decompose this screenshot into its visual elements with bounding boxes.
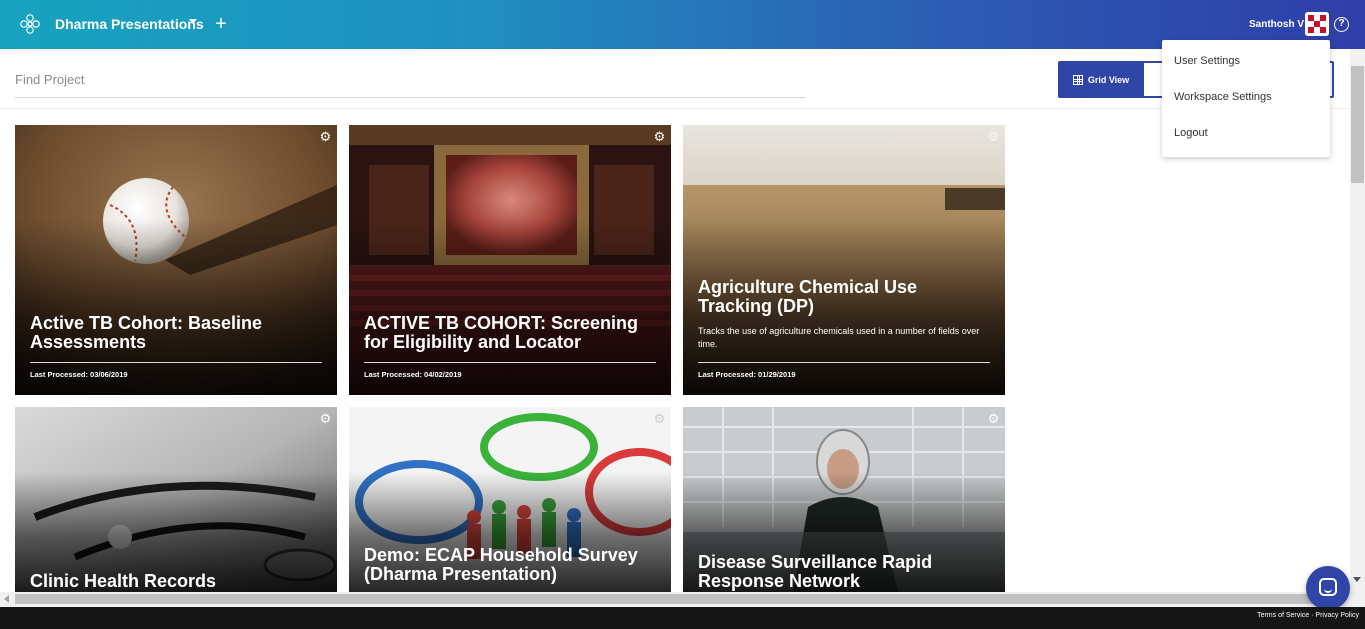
image-overlay	[15, 125, 337, 395]
divider	[698, 362, 990, 363]
footer: Terms of Service · Privacy Policy	[0, 607, 1365, 629]
privacy-policy-link[interactable]: Privacy Policy	[1315, 612, 1359, 619]
project-card[interactable]: ⚙ Disease Surveillance Rapid Response Ne…	[683, 407, 1005, 592]
gear-icon[interactable]: ⚙	[653, 412, 666, 425]
last-processed: Last Processed: 04/02/2019	[364, 370, 462, 379]
scroll-left-arrow-icon[interactable]	[4, 595, 9, 603]
terms-of-service-link[interactable]: Terms of Service	[1257, 612, 1309, 619]
divider	[30, 362, 322, 363]
chat-icon	[1319, 578, 1337, 596]
top-nav-bar: Dharma Presentations + Santhosh V ?	[0, 0, 1365, 49]
menu-item-workspace-settings[interactable]: Workspace Settings	[1174, 91, 1272, 103]
project-card[interactable]: ⚙ Clinic Health Records	[15, 407, 337, 592]
chat-launcher-button[interactable]	[1306, 566, 1350, 610]
grid-view-button[interactable]: Grid View	[1058, 61, 1144, 98]
horizontal-scrollbar-thumb[interactable]	[15, 594, 1335, 604]
last-processed: Last Processed: 03/06/2019	[30, 370, 128, 379]
chevron-down-icon[interactable]	[189, 19, 197, 24]
find-project-search	[15, 67, 805, 98]
dharma-logo-icon[interactable]	[18, 12, 42, 36]
menu-item-user-settings[interactable]: User Settings	[1174, 55, 1240, 67]
divider	[364, 362, 656, 363]
grid-icon	[1072, 74, 1083, 85]
project-title: Agriculture Chemical Use Tracking (DP)	[698, 277, 918, 316]
plus-icon: +	[215, 13, 227, 35]
add-project-button[interactable]: +	[212, 13, 230, 35]
project-title: Clinic Health Records	[30, 571, 217, 591]
menu-item-logout[interactable]: Logout	[1174, 127, 1208, 139]
project-title: Active TB Cohort: Baseline Assessments	[30, 313, 263, 352]
last-processed: Last Processed: 01/29/2019	[698, 370, 796, 379]
divider	[0, 108, 1350, 109]
image-overlay	[349, 125, 671, 395]
project-card[interactable]: ⚙ Demo: ECAP Household Survey (Dharma Pr…	[349, 407, 671, 592]
gear-icon[interactable]: ⚙	[987, 130, 1000, 143]
project-title: ACTIVE TB COHORT: Screening for Eligibil…	[364, 313, 639, 352]
project-card[interactable]: ⚙ ACTIVE TB COHORT: Screening for Eligib…	[349, 125, 671, 395]
grid-view-label: Grid View	[1087, 74, 1130, 85]
project-card[interactable]: ⚙ Active TB Cohort: Baseline Assessments…	[15, 125, 337, 395]
gear-icon[interactable]: ⚙	[319, 130, 332, 143]
project-card[interactable]: ⚙ Agriculture Chemical Use Tracking (DP)…	[683, 125, 1005, 395]
search-input[interactable]	[15, 67, 805, 91]
workspace-title[interactable]: Dharma Presentations	[55, 16, 204, 32]
gear-icon[interactable]: ⚙	[987, 412, 1000, 425]
project-title: Disease Surveillance Rapid Response Netw…	[698, 552, 933, 591]
project-title: Demo: ECAP Household Survey (Dharma Pres…	[364, 545, 638, 584]
image-overlay	[683, 125, 1005, 395]
gear-icon[interactable]: ⚙	[319, 412, 332, 425]
footer-links: Terms of Service · Privacy Policy	[1257, 612, 1359, 619]
question-circle-icon[interactable]: ?	[1334, 17, 1349, 32]
scroll-down-arrow-icon[interactable]	[1353, 577, 1361, 582]
vertical-scrollbar-thumb[interactable]	[1351, 66, 1364, 183]
user-menu-dropdown: User Settings Workspace Settings Logout	[1162, 40, 1330, 157]
avatar-image	[1305, 12, 1329, 36]
avatar[interactable]	[1305, 12, 1329, 36]
project-description: Tracks the use of agriculture chemicals …	[698, 326, 980, 349]
gear-icon[interactable]: ⚙	[653, 130, 666, 143]
image-overlay	[15, 407, 337, 592]
user-name[interactable]: Santhosh V	[1249, 19, 1304, 30]
